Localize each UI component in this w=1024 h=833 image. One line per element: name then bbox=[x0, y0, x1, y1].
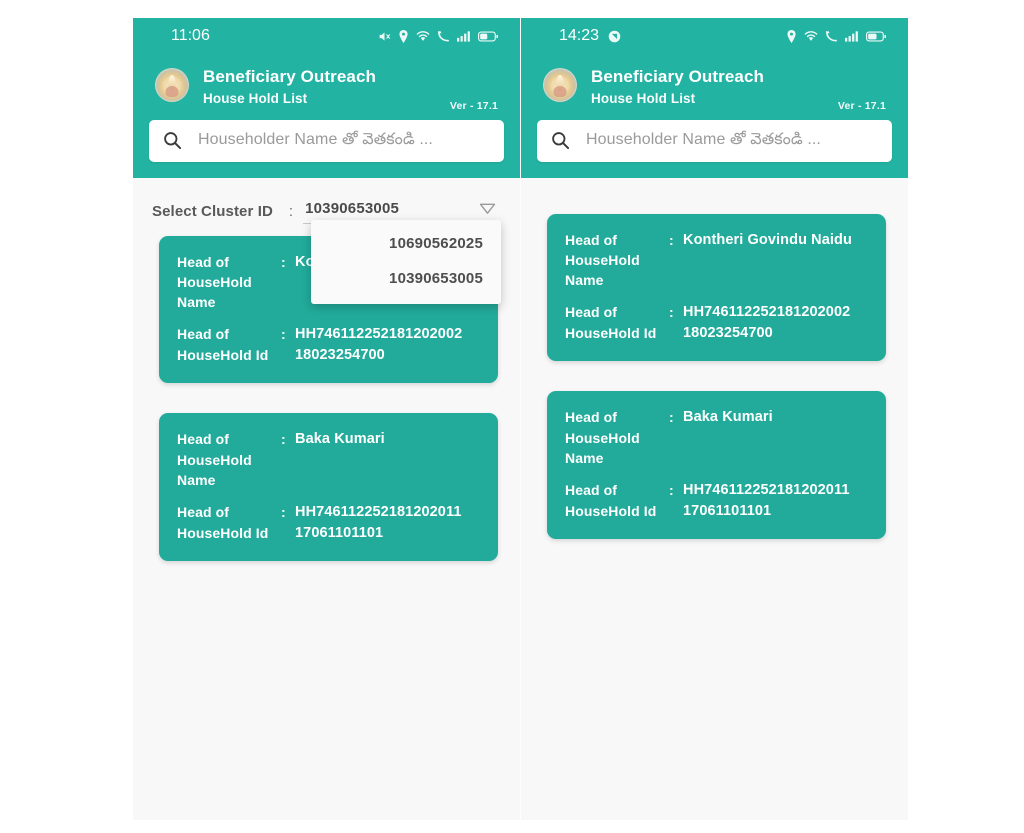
dropdown-option-1[interactable]: 10390653005 bbox=[311, 261, 501, 296]
household-id-separator: : bbox=[281, 326, 286, 343]
search-placeholder-right: Householder Name తో వెతకండి ... bbox=[586, 130, 821, 148]
app-title-right: Beneficiary Outreach bbox=[591, 67, 765, 86]
app-subtitle-left: House Hold List bbox=[203, 90, 308, 106]
household-id-value: HH746112252181202002 18023254700 bbox=[295, 326, 463, 364]
wifi-icon bbox=[416, 31, 430, 41]
household-name-key: Head of HouseHold Name bbox=[565, 409, 640, 467]
phone-screen-right: 14:23 Beneficiary Outreach House Hold Li… bbox=[521, 18, 908, 820]
cluster-selector-row: Select Cluster ID : 10390653005 bbox=[133, 192, 520, 224]
app-bar-left: Beneficiary Outreach House Hold List Ver… bbox=[133, 54, 520, 112]
app-titles-right: Beneficiary Outreach House Hold List bbox=[591, 66, 764, 106]
battery-icon bbox=[478, 31, 498, 41]
household-id-separator: : bbox=[281, 504, 286, 521]
household-name-separator: : bbox=[669, 409, 674, 426]
status-time-right: 14:23 bbox=[559, 27, 600, 44]
chevron-down-icon[interactable] bbox=[479, 202, 496, 215]
household-name-separator: : bbox=[281, 253, 286, 270]
household-name-value: Kontheri Govindu Naidu bbox=[683, 231, 852, 248]
header-block-left: 11:06 Beneficiary Outreach House Hold Li… bbox=[133, 18, 520, 178]
household-id-row: Head of HouseHold Id : HH746112252181202… bbox=[177, 502, 480, 544]
household-name-separator: : bbox=[281, 431, 286, 448]
search-icon bbox=[552, 132, 570, 150]
household-id-key: Head of HouseHold Id bbox=[177, 326, 269, 363]
status-bar-right-group bbox=[786, 29, 886, 43]
household-card[interactable]: Head of HouseHold Name : Baka Kumari Hea… bbox=[159, 413, 498, 562]
household-card[interactable]: Head of HouseHold Name : Baka Kumari Hea… bbox=[547, 391, 886, 540]
cluster-dropdown-menu[interactable]: 10690562025 10390653005 bbox=[311, 219, 501, 304]
household-name-key: Head of HouseHold Name bbox=[177, 253, 252, 311]
household-name-row: Head of HouseHold Name : Baka Kumari bbox=[177, 429, 480, 490]
household-id-key: Head of HouseHold Id bbox=[177, 504, 269, 541]
household-name-value: Baka Kumari bbox=[683, 409, 773, 426]
household-card[interactable]: Head of HouseHold Name : Kontheri Govind… bbox=[547, 213, 886, 362]
search-area-left: Householder Name తో వెతకండి ... bbox=[133, 110, 520, 178]
app-title-left: Beneficiary Outreach bbox=[203, 67, 377, 86]
location-pin-icon bbox=[787, 29, 796, 43]
app-titles-left: Beneficiary Outreach House Hold List bbox=[203, 66, 376, 106]
header-block-right: 14:23 Beneficiary Outreach House Hold Li… bbox=[521, 18, 908, 178]
screen-record-icon bbox=[608, 30, 621, 42]
mute-icon bbox=[379, 31, 391, 41]
household-id-row: Head of HouseHold Id : HH746112252181202… bbox=[177, 324, 480, 366]
household-name-value: Baka Kumari bbox=[295, 431, 385, 448]
search-placeholder-left: Householder Name తో వెతకండి ... bbox=[198, 130, 433, 148]
signal-bars-icon bbox=[457, 31, 470, 42]
household-name-separator: : bbox=[669, 231, 674, 248]
household-id-row: Head of HouseHold Id : HH746112252181202… bbox=[565, 302, 868, 344]
search-icon bbox=[164, 132, 182, 150]
cluster-label: Select Cluster ID bbox=[152, 203, 273, 221]
status-bar-right-group bbox=[378, 29, 498, 43]
phone-screen-left: 11:06 Beneficiary Outreach House Hold Li… bbox=[133, 18, 520, 820]
status-bar-left: 11:06 bbox=[133, 18, 520, 54]
location-pin-icon bbox=[399, 29, 408, 43]
status-time-left: 11:06 bbox=[171, 27, 210, 44]
household-id-value: HH746112252181202002 18023254700 bbox=[683, 304, 851, 342]
screenshot-stage: 11:06 Beneficiary Outreach House Hold Li… bbox=[0, 0, 1024, 833]
mobile-data-icon bbox=[438, 30, 449, 42]
version-label-left: Ver - 17.1 bbox=[449, 99, 498, 112]
household-id-separator: : bbox=[669, 482, 674, 499]
household-name-row: Head of HouseHold Name : Baka Kumari bbox=[565, 407, 868, 468]
wifi-icon bbox=[804, 31, 818, 41]
cluster-colon: : bbox=[288, 203, 294, 221]
household-card-list-right: Head of HouseHold Name : Kontheri Govind… bbox=[521, 192, 908, 540]
signal-bars-icon bbox=[845, 31, 858, 42]
household-id-value: HH746112252181202011 17061101101 bbox=[295, 504, 462, 542]
status-bar-left-group: 11:06 bbox=[171, 27, 210, 45]
version-label-right: Ver - 17.1 bbox=[837, 99, 886, 112]
content-area-left: Select Cluster ID : 10390653005 10690562… bbox=[133, 177, 520, 807]
household-id-value: HH746112252181202011 17061101101 bbox=[683, 482, 850, 520]
dropdown-option-0[interactable]: 10690562025 bbox=[311, 226, 501, 261]
mobile-data-icon bbox=[826, 30, 837, 42]
content-area-right: Head of HouseHold Name : Kontheri Govind… bbox=[521, 177, 908, 807]
cluster-selected-value: 10390653005 bbox=[305, 199, 400, 217]
app-bar-right: Beneficiary Outreach House Hold List Ver… bbox=[521, 54, 908, 112]
household-name-row: Head of HouseHold Name : Kontheri Govind… bbox=[565, 230, 868, 291]
search-input-left[interactable]: Householder Name తో వెతకండి ... bbox=[149, 119, 504, 162]
government-emblem-icon bbox=[543, 68, 577, 102]
household-name-key: Head of HouseHold Name bbox=[565, 231, 640, 289]
search-input-right[interactable]: Householder Name తో వెతకండి ... bbox=[537, 119, 892, 162]
household-id-key: Head of HouseHold Id bbox=[565, 482, 657, 519]
household-name-key: Head of HouseHold Name bbox=[177, 431, 252, 489]
status-bar-right: 14:23 bbox=[521, 18, 908, 54]
household-id-row: Head of HouseHold Id : HH746112252181202… bbox=[565, 480, 868, 522]
app-subtitle-right: House Hold List bbox=[591, 90, 696, 106]
battery-icon bbox=[866, 31, 886, 41]
status-bar-left-group: 14:23 bbox=[559, 27, 621, 45]
household-id-key: Head of HouseHold Id bbox=[565, 304, 657, 341]
household-id-separator: : bbox=[669, 304, 674, 321]
search-area-right: Householder Name తో వెతకండి ... bbox=[521, 110, 908, 178]
government-emblem-icon bbox=[155, 68, 189, 102]
